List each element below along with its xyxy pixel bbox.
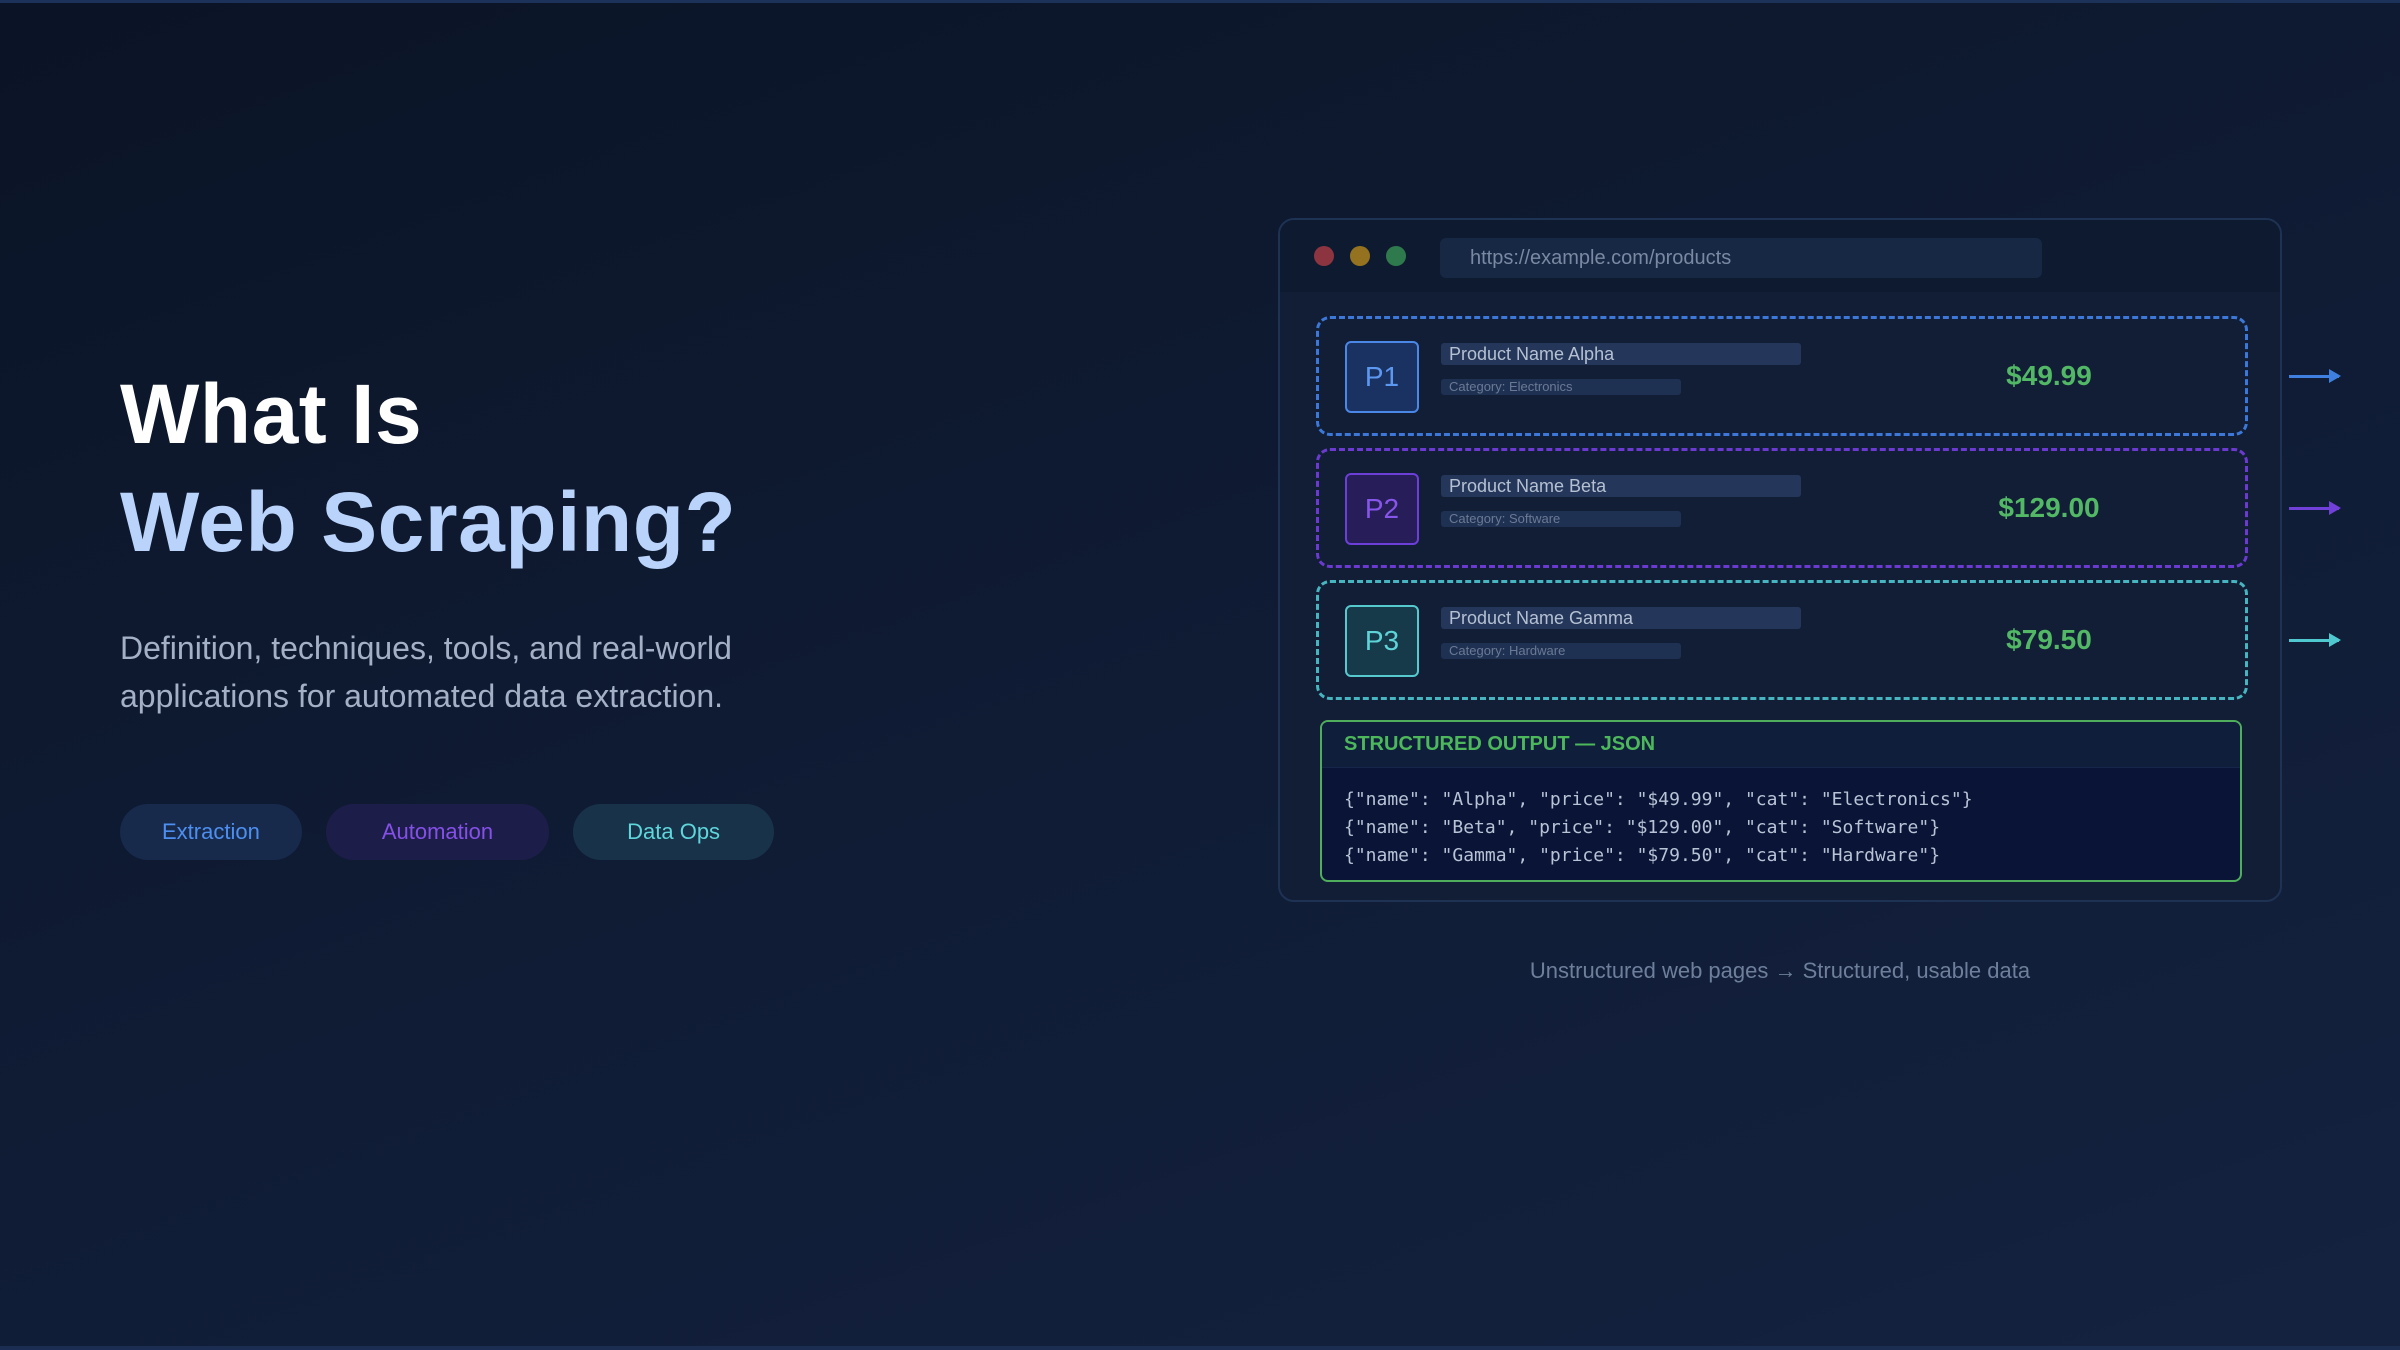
window-minimize-dot xyxy=(1350,246,1370,266)
url-bar: https://example.com/products xyxy=(1440,238,2042,278)
arrow-right-icon xyxy=(2289,369,2341,383)
tag-extraction: Extraction xyxy=(120,804,302,860)
product-price: $129.00 xyxy=(1998,492,2100,523)
window-close-dot xyxy=(1314,246,1334,266)
product-price: $49.99 xyxy=(2006,360,2092,391)
json-line: {"name": "Gamma", "price": "$79.50", "ca… xyxy=(1344,845,1941,866)
arrow-right-icon xyxy=(2289,501,2341,515)
top-edge-line xyxy=(0,0,2400,3)
bottom-edge-line xyxy=(0,1346,2400,1350)
product-name: Product Name Beta xyxy=(1441,475,1801,497)
json-output: {"name": "Alpha", "price": "$49.99", "ca… xyxy=(1322,768,2240,870)
product-row-1: P1 Product Name Alpha Category: Electron… xyxy=(1316,316,2341,436)
tag-list: Extraction Automation Data Ops xyxy=(120,804,940,860)
product-category: Category: Hardware xyxy=(1441,643,1681,659)
tag-data-ops: Data Ops xyxy=(573,804,775,860)
product-badge: P1 xyxy=(1345,341,1419,413)
structured-output-panel: STRUCTURED OUTPUT — JSON {"name": "Alpha… xyxy=(1320,720,2242,882)
window-maximize-dot xyxy=(1386,246,1406,266)
hero-title-line2: Web Scraping? xyxy=(120,475,737,569)
json-line: {"name": "Alpha", "price": "$49.99", "ca… xyxy=(1344,789,1973,810)
structured-output-title: STRUCTURED OUTPUT — JSON xyxy=(1322,722,2240,768)
tag-automation: Automation xyxy=(325,804,550,860)
product-category: Category: Software xyxy=(1441,511,1681,527)
hero-title-line1: What Is xyxy=(120,367,423,461)
hero-description: Definition, techniques, tools, and real-… xyxy=(120,630,732,714)
arrow-right-icon xyxy=(2289,633,2341,647)
product-row-3: P3 Product Name Gamma Category: Hardware… xyxy=(1316,580,2341,700)
product-category: Category: Electronics xyxy=(1441,379,1681,395)
hero-section: What Is Web Scraping? Definition, techni… xyxy=(120,360,940,860)
json-line: {"name": "Beta", "price": "$129.00", "ca… xyxy=(1344,817,1941,838)
product-name: Product Name Alpha xyxy=(1441,343,1801,365)
product-badge: P3 xyxy=(1345,605,1419,677)
product-row-2: P2 Product Name Beta Category: Software … xyxy=(1316,448,2341,568)
product-name: Product Name Gamma xyxy=(1441,607,1801,629)
product-price: $79.50 xyxy=(2006,624,2092,655)
diagram-caption: Unstructured web pages → Structured, usa… xyxy=(1529,958,2031,983)
browser-chrome: https://example.com/products xyxy=(1280,220,2280,292)
browser-mockup: https://example.com/products P1 Product … xyxy=(1278,218,2341,902)
product-badge: P2 xyxy=(1345,473,1419,545)
